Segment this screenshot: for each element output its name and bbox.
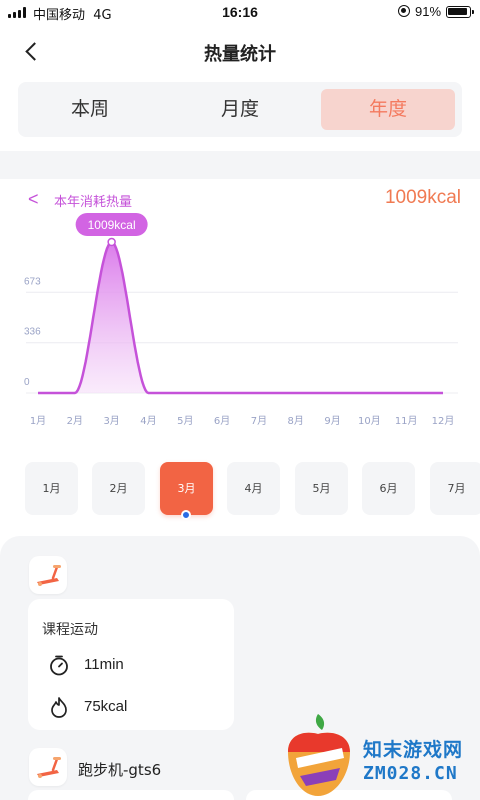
course-duration: 11min <box>84 656 124 673</box>
x-tick-label: 6月 <box>214 415 230 427</box>
flame-icon <box>51 697 67 718</box>
device-card-left[interactable] <box>28 790 234 800</box>
selected-month-indicator <box>181 510 191 520</box>
x-tick-label: 8月 <box>288 415 304 427</box>
month-item-7[interactable]: 7月 <box>430 462 480 515</box>
nav-bar: 热量统计 <box>0 28 480 74</box>
x-tick-label: 10月 <box>358 415 381 427</box>
watermark-text: 知末游戏网 <box>363 739 464 761</box>
x-tick-label: 7月 <box>251 415 267 427</box>
month-item-4[interactable]: 4月 <box>227 462 280 515</box>
rotation-lock-icon <box>398 5 410 17</box>
chart-area <box>38 242 443 393</box>
tab-year[interactable]: 年度 <box>321 89 455 130</box>
device-app-icon <box>29 748 67 786</box>
course-app-icon <box>29 556 67 594</box>
y-tick-label: 0 <box>24 377 30 388</box>
month-item-5[interactable]: 5月 <box>295 462 348 515</box>
month-item-3[interactable]: 3月 <box>160 462 213 515</box>
page-title: 热量统计 <box>204 44 276 65</box>
treadmill-icon <box>37 757 61 778</box>
month-item-2[interactable]: 2月 <box>92 462 145 515</box>
course-card[interactable]: 课程运动 11min 75kcal <box>28 599 234 730</box>
tab-month[interactable]: 月度 <box>173 89 307 130</box>
battery-icon <box>446 6 474 18</box>
x-tick-label: 5月 <box>177 415 193 427</box>
x-tick-label: 2月 <box>67 415 83 427</box>
chart-tooltip-label: 1009kcal <box>88 218 136 232</box>
battery-percent: 91% <box>415 4 442 19</box>
treadmill-icon <box>37 565 61 586</box>
x-tick-label: 9月 <box>324 415 340 427</box>
stopwatch-icon <box>50 655 68 676</box>
status-bar: 中国移动 4G 16:16 91% <box>0 0 480 24</box>
device-name: 跑步机-gts6 <box>78 761 162 779</box>
course-calories: 75kcal <box>84 698 128 715</box>
x-tick-label: 3月 <box>103 415 119 427</box>
course-title: 课程运动 <box>42 622 98 638</box>
section-divider <box>0 151 480 179</box>
period-tabs: 本周 月度 年度 <box>18 82 462 137</box>
tab-week[interactable]: 本周 <box>23 89 157 130</box>
y-tick-label: 673 <box>24 276 41 287</box>
watermark-url: ZM028.CN <box>363 763 458 784</box>
x-tick-label: 12月 <box>432 415 455 427</box>
x-tick-label: 1月 <box>30 415 46 427</box>
month-selector: 1月 2月 3月 4月 5月 6月 7月 <box>0 458 480 524</box>
month-item-6[interactable]: 6月 <box>362 462 415 515</box>
x-tick-label: 11月 <box>395 415 418 427</box>
watermark-logo <box>288 714 350 796</box>
calorie-chart: 673 336 0 1月 2月 3月 4月 5月 6月 7月 8月 9月 10月 11月 12月 1009… <box>24 213 458 427</box>
month-item-1[interactable]: 1月 <box>25 462 78 515</box>
y-tick-label: 336 <box>24 327 41 338</box>
chart-peak-point <box>107 237 116 247</box>
x-tick-label: 4月 <box>140 415 156 427</box>
